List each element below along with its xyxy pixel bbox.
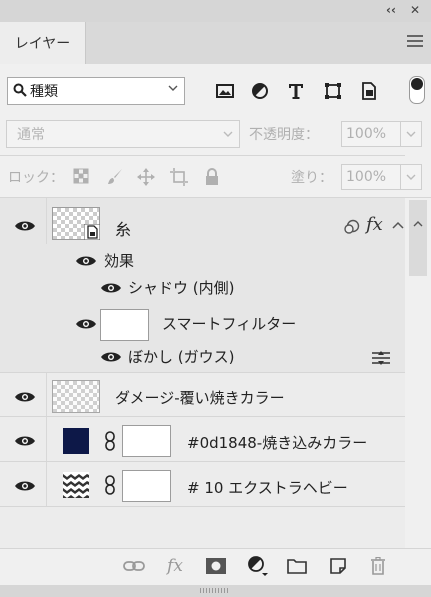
smart-filter-label[interactable]: スマートフィルター bbox=[162, 313, 296, 334]
type-filter-icon[interactable] bbox=[285, 80, 307, 102]
shape-filter-icon[interactable] bbox=[322, 80, 344, 102]
scrollbar-thumb[interactable] bbox=[409, 200, 427, 276]
eye-icon[interactable] bbox=[75, 254, 97, 268]
layer-mask-thumbnail[interactable] bbox=[122, 470, 171, 502]
layer-name[interactable]: #0d1848-焼き込みカラー bbox=[187, 432, 367, 453]
fx-label: fx bbox=[167, 556, 183, 576]
link-layers-icon[interactable] bbox=[123, 555, 145, 577]
fx-icon[interactable]: fx bbox=[366, 214, 383, 235]
smart-filter-mask-thumbnail[interactable] bbox=[100, 309, 149, 341]
new-adjustment-icon[interactable] bbox=[247, 555, 269, 577]
effect-item-inner-shadow[interactable]: シャドウ (内側) bbox=[128, 277, 234, 298]
eye-icon[interactable] bbox=[14, 479, 36, 493]
add-mask-icon[interactable] bbox=[205, 555, 227, 577]
collapse-panel-button[interactable]: ‹‹ bbox=[386, 3, 396, 17]
layer-name[interactable]: 糸 bbox=[115, 216, 131, 240]
lock-transparency-icon[interactable] bbox=[73, 168, 91, 186]
layer-thumbnail[interactable] bbox=[52, 380, 100, 413]
layer-thumbnail[interactable] bbox=[52, 207, 100, 240]
eye-icon[interactable] bbox=[14, 219, 36, 233]
filter-blending-options-icon[interactable] bbox=[371, 351, 391, 365]
layer-mask-thumbnail[interactable] bbox=[122, 425, 171, 457]
opacity-input[interactable]: 100% bbox=[341, 121, 401, 147]
effects-label[interactable]: 効果 bbox=[104, 250, 134, 271]
row-divider bbox=[46, 417, 47, 461]
filter-toggle-switch[interactable] bbox=[409, 76, 425, 104]
adjustment-filter-icon[interactable] bbox=[249, 80, 271, 102]
blend-mode-select[interactable]: 通常 bbox=[6, 120, 240, 148]
divider bbox=[0, 506, 405, 507]
smart-filter-link-icon bbox=[344, 219, 360, 234]
lock-pixels-icon[interactable] bbox=[106, 168, 124, 186]
row-divider bbox=[46, 198, 47, 244]
chevron-up-icon[interactable] bbox=[392, 220, 404, 230]
close-panel-button[interactable]: ✕ bbox=[410, 3, 420, 17]
color-swatch-thumbnail[interactable] bbox=[63, 428, 89, 454]
panel-tab-row: レイヤー bbox=[0, 22, 431, 64]
lock-position-icon[interactable] bbox=[137, 168, 155, 186]
new-group-icon[interactable] bbox=[286, 555, 308, 577]
chevron-down-icon bbox=[406, 174, 416, 180]
panel-resize-grip[interactable] bbox=[0, 585, 431, 597]
tab-layers[interactable]: レイヤー bbox=[0, 22, 86, 64]
smart-object-filter-icon[interactable] bbox=[358, 80, 380, 102]
opacity-value: 100% bbox=[346, 126, 387, 142]
delete-icon[interactable] bbox=[367, 555, 389, 577]
lock-label: ロック： bbox=[8, 170, 64, 186]
chevron-up-icon bbox=[413, 221, 423, 227]
divider bbox=[0, 155, 405, 156]
chevron-down-icon bbox=[406, 131, 416, 137]
search-icon bbox=[13, 83, 27, 97]
chain-link-icon[interactable] bbox=[104, 475, 116, 495]
fill-input[interactable]: 100% bbox=[341, 164, 401, 190]
hamburger-menu-icon[interactable] bbox=[407, 35, 423, 49]
eye-icon[interactable] bbox=[14, 434, 36, 448]
filter-kind-select[interactable]: 種類 bbox=[7, 77, 185, 105]
filter-kind-label: 種類 bbox=[30, 84, 58, 100]
fill-value: 100% bbox=[346, 169, 387, 185]
row-divider bbox=[46, 462, 47, 506]
image-filter-icon[interactable] bbox=[214, 80, 236, 102]
chevron-down-icon bbox=[168, 85, 178, 91]
panel-titlebar: ‹‹ ✕ bbox=[0, 0, 431, 22]
layer-name[interactable]: ダメージ-覆い焼きカラー bbox=[115, 387, 285, 408]
eye-icon[interactable] bbox=[14, 390, 36, 404]
pattern-thumbnail[interactable] bbox=[63, 472, 89, 498]
smart-filter-item-gaussian-blur[interactable]: ぼかし (ガウス) bbox=[128, 346, 234, 367]
chevron-down-icon bbox=[223, 131, 233, 137]
chain-link-icon[interactable] bbox=[104, 431, 116, 451]
fill-dropdown-button[interactable] bbox=[400, 164, 422, 190]
lock-all-icon[interactable] bbox=[204, 168, 222, 186]
layer-name[interactable]: # 10 エクストラヘビー bbox=[187, 477, 348, 498]
eye-icon[interactable] bbox=[100, 281, 122, 295]
opacity-label: 不透明度： bbox=[249, 127, 319, 143]
fx-icon[interactable]: fx bbox=[164, 555, 186, 577]
layers-scrollbar[interactable] bbox=[405, 198, 431, 548]
blend-mode-label: 通常 bbox=[17, 127, 45, 143]
row-divider bbox=[46, 373, 47, 416]
eye-icon[interactable] bbox=[100, 350, 122, 364]
fill-label: 塗り： bbox=[291, 170, 333, 186]
opacity-dropdown-button[interactable] bbox=[400, 121, 422, 147]
lock-artboard-icon[interactable] bbox=[170, 168, 188, 186]
eye-icon[interactable] bbox=[75, 317, 97, 331]
new-layer-icon[interactable] bbox=[327, 555, 349, 577]
smart-object-badge-icon bbox=[84, 224, 100, 240]
